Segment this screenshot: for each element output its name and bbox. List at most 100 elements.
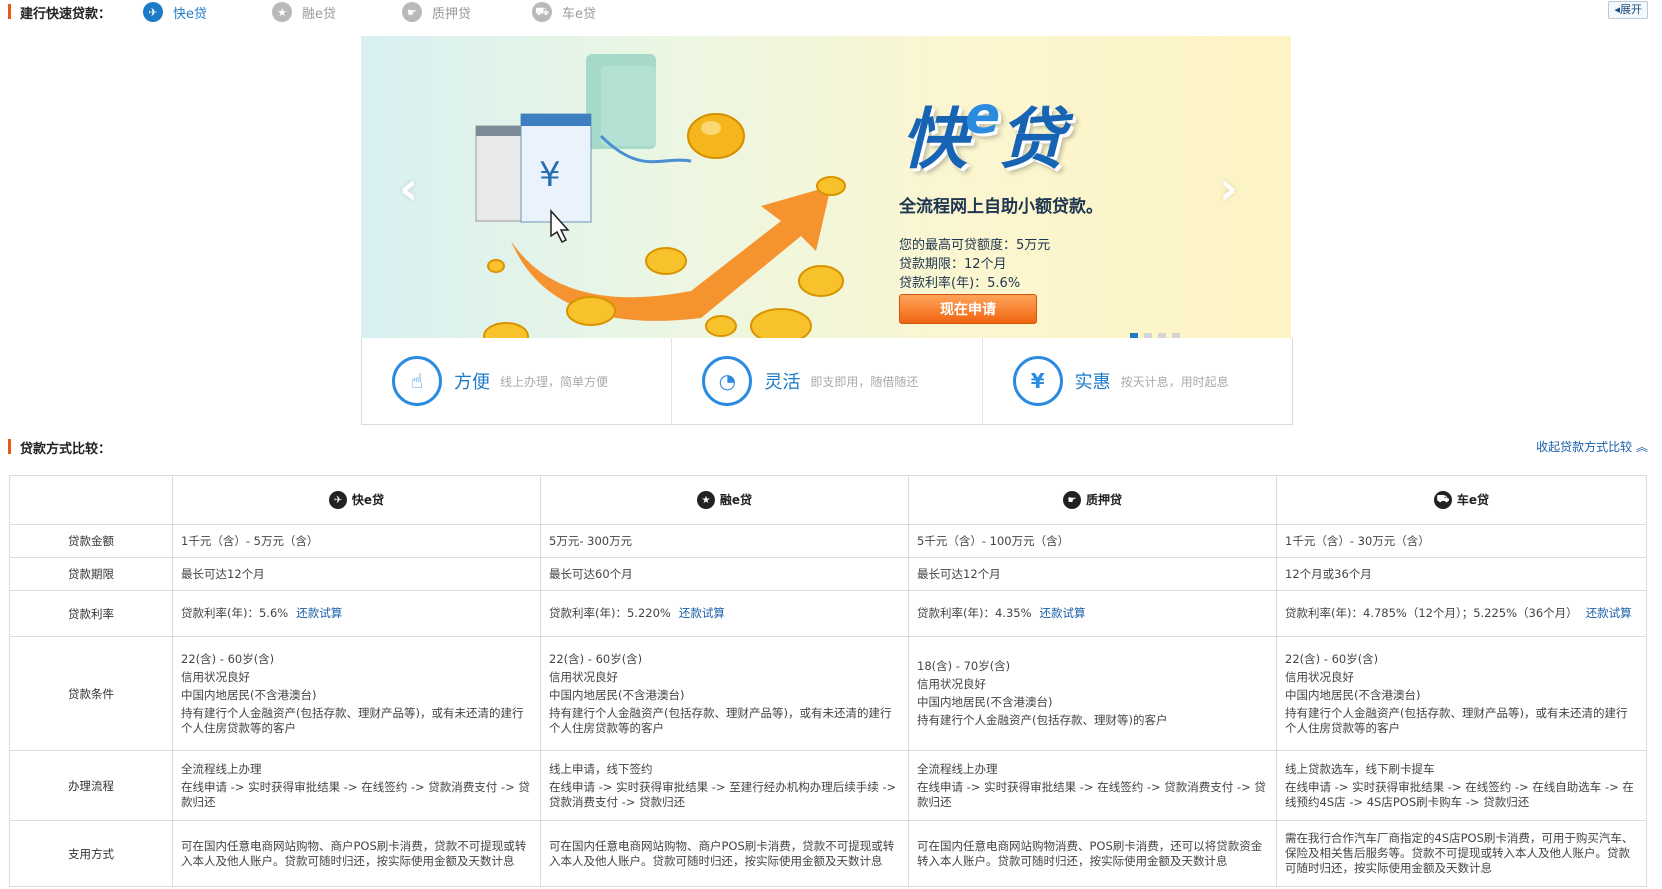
- table-cell: 22(含) - 60岁(含) 信用状况良好 中国内地居民(不含港澳台) 持有建行个人金…: [1276, 636, 1647, 751]
- table-cell: 12个月或36个月: [1276, 557, 1647, 591]
- car-icon: ⛟: [532, 2, 552, 22]
- cell-line: 可在国内任意电商网站购物、商户POS刷卡消费，贷款不可提现或转入本人及他人账户。…: [549, 838, 895, 868]
- table-cell: 5万元- 300万元: [540, 524, 909, 558]
- touch-icon: ☝: [392, 356, 442, 406]
- prev-slide-button[interactable]: ‹: [399, 161, 418, 215]
- table-corner: [9, 475, 173, 525]
- tab-label: 质押贷: [432, 6, 472, 22]
- repayment-calc-link[interactable]: 还款试算: [1586, 606, 1632, 620]
- cell-line: 信用状况良好: [917, 677, 986, 691]
- table-cell: 最长可达12个月: [908, 557, 1277, 591]
- section-marker: [8, 439, 11, 454]
- row-label: 办理流程: [9, 750, 173, 821]
- table-cell: 贷款利率(年)：4.785%（12个月）；5.225%（36个月） 还款试算: [1276, 590, 1647, 637]
- table-header-row: ✈ 快e贷 ★ 融e贷 ☛ 质押贷 ⛟ 车e贷: [9, 475, 1647, 525]
- row-label: 贷款期限: [9, 557, 173, 591]
- col-header-zhi-ya-dai: ☛ 质押贷: [908, 475, 1277, 525]
- compare-title: 贷款方式比较：: [20, 442, 112, 457]
- max-amount-text: 您的最高可贷额度：5万元: [899, 238, 1051, 253]
- table-cell: 1千元（含）- 5万元（含）: [172, 524, 541, 558]
- cell-line: 线上申请，线下签约: [549, 761, 653, 776]
- cell-line: 5万元- 300万元: [549, 533, 633, 548]
- collapse-compare-link[interactable]: 收起贷款方式比较 ︽: [1536, 438, 1648, 455]
- tab-kuai-e-dai[interactable]: ✈ 快e贷: [143, 1, 207, 23]
- cell-line: 最长可达12个月: [181, 566, 265, 581]
- table-row: 办理流程 全流程线上办理 在线申请 -> 实时获得审批结果 -> 在线签约 -> 贷…: [9, 750, 1647, 821]
- cell-line: 贷款利率(年)：5.6% 还款试算: [181, 606, 343, 620]
- table-cell: 18(含) - 70岁(含) 信用状况良好 中国内地居民(不含港澳台) 持有建行个人金…: [908, 636, 1277, 751]
- table-cell: 最长可达60个月: [540, 557, 909, 591]
- gauge-icon: ◔: [702, 356, 753, 406]
- table-cell: 贷款利率(年)：5.6% 还款试算: [172, 590, 541, 637]
- cell-line: 可在国内任意电商网站购物、商户POS刷卡消费，贷款不可提现或转入本人及他人账户。…: [181, 838, 527, 868]
- cell-line: 22(含) - 60岁(含): [1285, 651, 1379, 666]
- section-marker: [8, 4, 11, 19]
- cell-line: 中国内地居民(不含港澳台): [1285, 687, 1421, 702]
- row-label: 贷款金额: [9, 524, 173, 558]
- feature-name: 方便: [454, 372, 490, 393]
- table-cell: 可在国内任意电商网站购物、商户POS刷卡消费，贷款不可提现或转入本人及他人账户。…: [540, 820, 909, 887]
- cell-line: 在线申请 -> 实时获得审批结果 -> 在线签约 -> 在线自助选车 -> 在线…: [1285, 779, 1634, 809]
- feature-desc: 按天计息，用时起息: [1120, 374, 1229, 389]
- table-cell: 可在国内任意电商网站购物消费、POS刷卡消费，还可以将贷款资金转入本人账户。贷款…: [908, 820, 1277, 887]
- star-icon: ★: [696, 491, 715, 510]
- table-row: 贷款金额 1千元（含）- 5万元（含） 5万元- 300万元 5千元（含）- 100万…: [9, 524, 1647, 558]
- table-cell: 可在国内任意电商网站购物、商户POS刷卡消费，贷款不可提现或转入本人及他人账户。…: [172, 820, 541, 887]
- cell-line: 中国内地居民(不含港澳台): [181, 687, 317, 702]
- table-cell: 全流程线上办理 在线申请 -> 实时获得审批结果 -> 在线签约 -> 贷款消费支…: [172, 750, 541, 821]
- expand-button[interactable]: ◂展开: [1608, 1, 1648, 19]
- table-cell: 线上贷款选车，线下刷卡提车在线申请 -> 实时获得审批结果 -> 在线签约 ->…: [1276, 750, 1647, 821]
- promo-banner: ¥ ‹ › 快e贷 全流程网上自助小额贷款。 您的最高可贷额度：5万元 贷款期限…: [361, 36, 1291, 338]
- tab-zhi-ya-dai[interactable]: ☛ 质押贷: [402, 1, 471, 23]
- cell-line: 在线申请 -> 实时获得审批结果 -> 在线签约 -> 贷款消费支付 -> 贷款…: [181, 779, 530, 809]
- cell-line: 全流程线上办理: [917, 761, 998, 776]
- cell-line: 贷款利率(年)：5.220% 还款试算: [549, 606, 725, 620]
- next-slide-button[interactable]: ›: [1219, 161, 1238, 215]
- table-row: 贷款利率 贷款利率(年)：5.6% 还款试算 贷款利率(年)：5.220% 还款试算 贷款…: [9, 590, 1647, 637]
- cell-line: 持有建行个人金融资产(包括存款、理财产品等)，或有未还清的建行个人住房贷款等的客…: [181, 705, 524, 735]
- table-cell: 全流程线上办理在线申请 -> 实时获得审批结果 -> 在线签约 -> 贷款消费支…: [908, 750, 1277, 821]
- cell-line: 贷款利率(年)：4.35% 还款试算: [917, 606, 1086, 620]
- apply-now-button[interactable]: 现在申请: [899, 294, 1037, 324]
- feature-desc: 即支即用，随借随还: [810, 374, 919, 389]
- cell-line: 在线申请 -> 实时获得审批结果 -> 至建行经办机构办理后续手续 -> 贷款消…: [549, 779, 897, 809]
- table-row: 支用方式 可在国内任意电商网站购物、商户POS刷卡消费，贷款不可提现或转入本人及他…: [9, 820, 1647, 887]
- banner-illustration: ¥: [475, 54, 846, 338]
- table-cell: 需在我行合作汽车厂商指定的4S店POS刷卡消费，可用于购买汽车、保险及相关售后服…: [1276, 820, 1647, 887]
- car-icon: ⛟: [1433, 491, 1452, 510]
- repayment-calc-link[interactable]: 还款试算: [1040, 606, 1086, 620]
- cell-line: 在线申请 -> 实时获得审批结果 -> 在线签约 -> 贷款消费支付 -> 贷款…: [917, 779, 1266, 809]
- table-cell: 22(含) - 60岁(含) 信用状况良好中国内地居民(不含港澳台) 持有建行个人金…: [172, 636, 541, 751]
- repayment-calc-link[interactable]: 还款试算: [679, 606, 725, 620]
- yen-hand-icon: ¥: [1012, 356, 1063, 406]
- cell-line: 线上贷款选车，线下刷卡提车: [1285, 761, 1435, 776]
- cell-line: 中国内地居民(不含港澳台): [549, 687, 685, 702]
- table-row: 贷款期限 最长可达12个月 最长可达60个月 最长可达12个月 12个月或36个月: [9, 557, 1647, 591]
- tab-rong-e-dai[interactable]: ★ 融e贷: [272, 1, 336, 23]
- row-label: 贷款条件: [9, 636, 173, 751]
- feature-economical: ¥ 实惠 按天计息，用时起息: [981, 338, 1292, 424]
- cell-line: 持有建行个人金融资产(包括存款、理财产品等)，或有未还清的建行个人住房贷款等的客…: [549, 705, 892, 735]
- feature-strip: ☝ 方便 线上办理，简单方便 ◔ 灵活 即支即用，随借随还 ¥ 实惠 按天计息，…: [361, 338, 1293, 425]
- cell-line: 信用状况良好: [181, 669, 250, 684]
- cell-line: 最长可达12个月: [917, 566, 1001, 581]
- feature-desc: 线上办理，简单方便: [500, 374, 609, 389]
- tab-che-e-dai[interactable]: ⛟ 车e贷: [532, 1, 596, 23]
- compare-header: 贷款方式比较： 收起贷款方式比较 ︽: [0, 436, 1662, 458]
- cell-line: 贷款利率(年)：4.785%（12个月）；5.225%（36个月） 还款试算: [1285, 606, 1632, 620]
- cell-line: 18(含) - 70岁(含): [917, 659, 1011, 673]
- cell-line: 可在国内任意电商网站购物消费、POS刷卡消费，还可以将贷款资金转入本人账户。贷款…: [917, 838, 1263, 868]
- hand-icon: ☛: [402, 2, 422, 22]
- nav-title: 建行快速贷款：: [20, 7, 112, 22]
- repayment-calc-link[interactable]: 还款试算: [296, 606, 342, 620]
- tab-label: 快e贷: [173, 6, 207, 22]
- table-cell: 5千元（含）- 100万元（含）: [908, 524, 1277, 558]
- cell-line: 22(含) - 60岁(含): [181, 651, 275, 666]
- cell-line: 中国内地居民(不含港澳台): [917, 695, 1053, 709]
- table-cell: 最长可达12个月: [172, 557, 541, 591]
- cell-line: 22(含) - 60岁(含): [549, 651, 643, 666]
- table-cell: 线上申请，线下签约在线申请 -> 实时获得审批结果 -> 至建行经办机构办理后续…: [540, 750, 909, 821]
- quick-loan-nav: 建行快速贷款： ✈ 快e贷 ★ 融e贷 ☛ 质押贷 ⛟ 车e贷 ◂展开: [0, 0, 1662, 24]
- loan-rate-text: 贷款利率(年)：5.6%: [899, 276, 1021, 291]
- feature-convenient: ☝ 方便 线上办理，简单方便: [362, 338, 671, 424]
